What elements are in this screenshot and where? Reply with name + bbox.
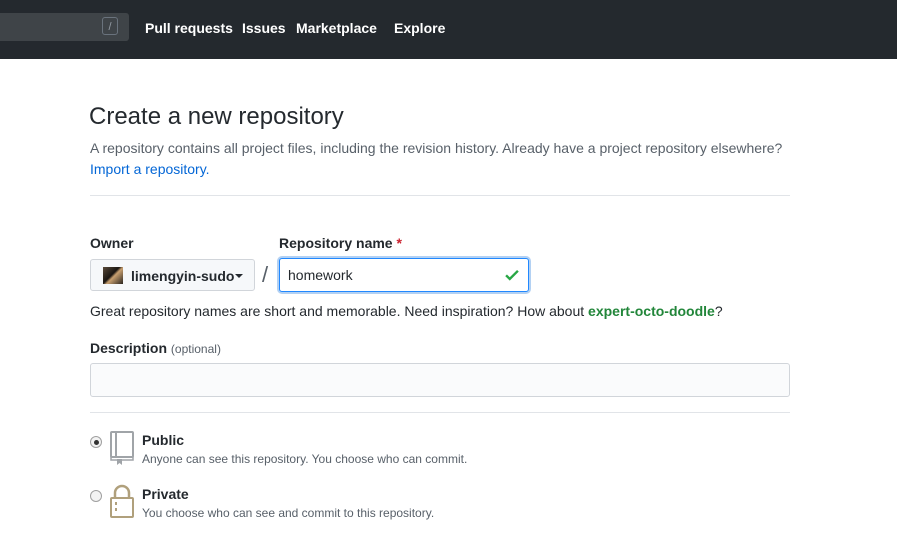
owner-label: Owner [90, 235, 134, 251]
search-input[interactable]: / [0, 13, 129, 41]
owner-dropdown[interactable]: limengyin-sudo [90, 259, 255, 291]
description-label: Description (optional) [90, 340, 221, 356]
check-icon [505, 269, 519, 281]
subtitle-text: A repository contains all project files,… [90, 140, 783, 156]
public-option-title: Public [142, 432, 185, 448]
optional-note: (optional) [170, 342, 221, 356]
lock-icon [110, 484, 134, 518]
description-input[interactable] [90, 363, 790, 397]
repo-book-icon [110, 431, 134, 465]
top-header: / Pull requests Issues Marketplace Explo… [0, 0, 897, 59]
name-suggestion[interactable]: expert-octo-doodle [588, 303, 715, 319]
divider [90, 195, 790, 196]
hint-prefix: Great repository names are short and mem… [90, 303, 589, 319]
search-shortcut-key: / [102, 17, 118, 35]
nav-marketplace[interactable]: Marketplace [296, 19, 377, 37]
nav-pull-requests[interactable]: Pull requests [145, 19, 233, 37]
caret-down-icon [235, 274, 243, 278]
private-option-title: Private [142, 486, 189, 502]
divider [90, 412, 790, 413]
page-title: Create a new repository [89, 103, 344, 130]
repository-name-input[interactable] [279, 258, 529, 292]
hint-suffix: ? [714, 303, 723, 319]
repo-name-label-text: Repository name [279, 235, 393, 251]
repo-name-label: Repository name * [279, 235, 402, 251]
owner-name: limengyin-sudo [131, 268, 235, 284]
public-option-description: Anyone can see this repository. You choo… [142, 452, 468, 466]
repo-name-hint: Great repository names are short and mem… [90, 303, 723, 319]
nav-issues[interactable]: Issues [242, 19, 286, 37]
owner-repo-separator: / [262, 262, 269, 287]
page-subtitle: A repository contains all project files,… [90, 138, 800, 180]
avatar [103, 267, 123, 284]
private-radio[interactable] [90, 490, 102, 502]
public-radio[interactable] [90, 436, 102, 448]
description-label-text: Description [90, 340, 168, 356]
nav-explore[interactable]: Explore [394, 19, 445, 37]
import-repository-link[interactable]: Import a repository. [90, 161, 210, 177]
required-mark: * [396, 235, 402, 251]
private-option-description: You choose who can see and commit to thi… [142, 506, 435, 520]
